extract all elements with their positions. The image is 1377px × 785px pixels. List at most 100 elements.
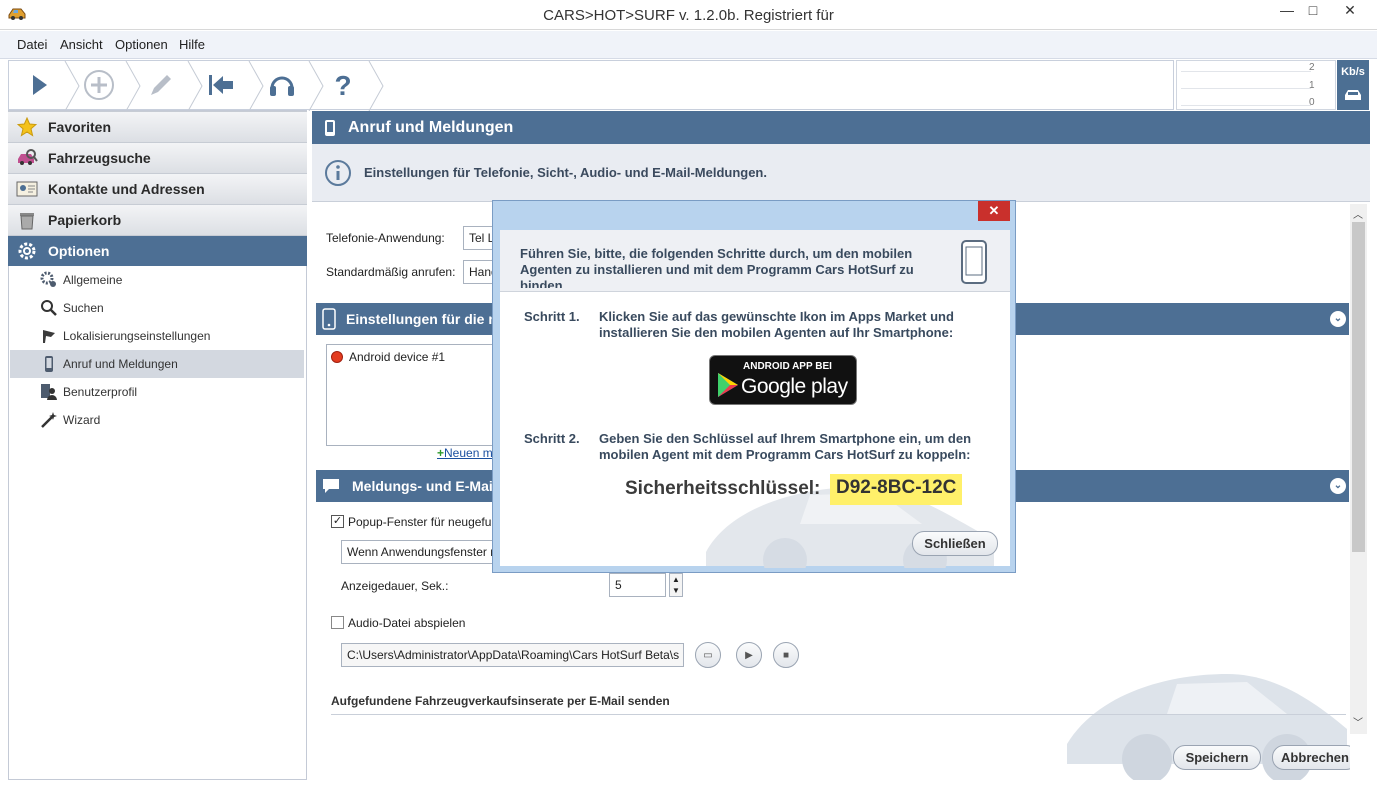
- nav-section-optionen[interactable]: Optionen: [8, 235, 307, 266]
- nav-sub-label: Suchen: [63, 301, 104, 315]
- audio-path-input[interactable]: C:\Users\Administrator\AppData\Roaming\C…: [341, 643, 684, 667]
- menu-ansicht[interactable]: Ansicht: [60, 37, 103, 52]
- audio-checkbox[interactable]: [331, 616, 344, 629]
- step1-text: Klicken Sie auf das gewünschte Ikon im A…: [599, 309, 954, 340]
- device-name: Android device #1: [349, 350, 446, 364]
- contacts-icon: [16, 178, 38, 200]
- nav-section-fahrzeugsuche[interactable]: Fahrzeugsuche: [8, 142, 307, 173]
- popup-mode-select[interactable]: Wenn Anwendungsfenster n: [341, 540, 494, 564]
- gear-icon: [16, 240, 38, 262]
- speed-unit: Kb/s: [1341, 66, 1365, 78]
- list-item[interactable]: Android device #1: [327, 345, 495, 369]
- play-icon: [29, 73, 49, 100]
- nav-sub-benutzerprofil[interactable]: Benutzerprofil: [10, 378, 304, 406]
- scroll-thumb[interactable]: [1352, 222, 1365, 552]
- meter-tick: 1: [1309, 80, 1315, 91]
- chevron-down-icon[interactable]: ⌄: [1330, 478, 1346, 494]
- meter-tick: 0: [1309, 97, 1315, 108]
- nav-sub-label: Lokalisierungseinstellungen: [63, 329, 211, 343]
- step2-label: Schritt 2.: [524, 431, 580, 446]
- add-icon: [83, 69, 115, 104]
- flag-icon: [40, 327, 58, 345]
- menu-hilfe[interactable]: Hilfe: [179, 37, 205, 52]
- dialog-header: Führen Sie, bitte, die folgenden Schritt…: [500, 230, 1010, 292]
- google-play-icon: [717, 372, 739, 401]
- dialog-close-button[interactable]: ✕: [978, 201, 1010, 221]
- page-title: Anruf und Meldungen: [348, 118, 514, 136]
- nav-sub-allgemeine[interactable]: Allgemeine: [10, 266, 304, 294]
- traffic-meter: 2 1 0: [1176, 60, 1336, 110]
- audio-label: Audio-Datei abspielen: [348, 616, 466, 630]
- wizard-icon: [40, 411, 58, 429]
- telephony-label: Telefonie-Anwendung:: [326, 231, 445, 245]
- badge-main-text: Google play: [741, 375, 848, 398]
- add-button[interactable]: [77, 65, 121, 107]
- nav-sub-anruf[interactable]: Anruf und Meldungen: [10, 350, 304, 378]
- nav-section-label: Favoriten: [48, 119, 112, 135]
- popup-checkbox[interactable]: ✓: [331, 515, 344, 528]
- duration-label: Anzeigedauer, Sek.:: [341, 579, 449, 593]
- duration-input[interactable]: 5: [609, 573, 666, 597]
- browse-audio-button[interactable]: ▭: [695, 642, 721, 668]
- help-button[interactable]: ?: [321, 65, 365, 107]
- meter-line: [1181, 71, 1311, 72]
- popup-label: Popup-Fenster für neugefu: [348, 515, 492, 529]
- nav-section-papierkorb[interactable]: Papierkorb: [8, 204, 307, 235]
- menu-bar: Datei Ansicht Optionen Hilfe: [0, 31, 1377, 59]
- close-window-button[interactable]: ✕: [1330, 0, 1370, 22]
- play-icon: ▶: [745, 649, 753, 661]
- chevron-down-icon[interactable]: ⌄: [1330, 311, 1346, 327]
- plus-icon: +: [437, 446, 445, 460]
- google-play-badge[interactable]: ANDROID APP BEI Google play: [709, 355, 857, 405]
- stop-audio-button[interactable]: ■: [773, 642, 799, 668]
- nav-sub-lokalisierung[interactable]: Lokalisierungseinstellungen: [10, 322, 304, 350]
- help-icon: ?: [334, 70, 352, 101]
- step2-text: Geben Sie den Schlüssel auf Ihrem Smartp…: [599, 431, 972, 462]
- user-profile-icon: [40, 383, 58, 401]
- trash-icon: [16, 209, 38, 231]
- info-band: Einstellungen für Telefonie, Sicht-, Aud…: [312, 144, 1370, 202]
- edit-button[interactable]: [139, 65, 183, 107]
- play-button[interactable]: [17, 65, 61, 107]
- cancel-button[interactable]: Abbrechen: [1272, 745, 1350, 770]
- phone-icon: [324, 119, 336, 137]
- add-device-link[interactable]: +Neuen m: [437, 446, 493, 460]
- security-key-label: Sicherheitsschlüssel:: [625, 478, 821, 499]
- car-search-icon: [16, 147, 38, 169]
- duration-stepper[interactable]: ▲ ▼: [669, 573, 683, 597]
- content-scrollbar[interactable]: ︿ ﹀: [1350, 204, 1367, 734]
- phone-icon: [322, 308, 336, 330]
- title-bar: CARS>HOT>SURF v. 1.2.0b. Registriert für…: [0, 0, 1377, 30]
- minimize-button[interactable]: —: [1272, 0, 1302, 22]
- nav-section-label: Papierkorb: [48, 212, 122, 228]
- dialog-close-text-button[interactable]: Schließen: [912, 531, 998, 556]
- search-icon: [40, 299, 58, 317]
- nav-section-label: Kontakte und Adressen: [48, 181, 205, 197]
- chat-icon: [322, 478, 340, 494]
- nav-sub-wizard[interactable]: Wizard: [10, 406, 304, 434]
- scroll-up-icon[interactable]: ︿: [1353, 206, 1363, 221]
- device-list[interactable]: Android device #1: [326, 344, 496, 446]
- toolbar-separator: [368, 61, 384, 111]
- divider: [331, 714, 1346, 715]
- menu-datei[interactable]: Datei: [17, 37, 47, 52]
- info-text: Einstellungen für Telefonie, Sicht-, Aud…: [364, 165, 767, 180]
- add-device-label: Neuen m: [444, 446, 493, 460]
- meter-tick: 2: [1309, 62, 1315, 73]
- default-call-label: Standardmäßig anrufen:: [326, 265, 456, 279]
- nav-section-kontakte[interactable]: Kontakte und Adressen: [8, 173, 307, 204]
- dialog-intro: Führen Sie, bitte, die folgenden Schritt…: [520, 246, 914, 288]
- speed-unit-panel: Kb/s: [1337, 60, 1369, 110]
- save-button[interactable]: Speichern: [1173, 745, 1261, 770]
- nav-section-label: Optionen: [48, 243, 110, 259]
- nav-sub-suchen[interactable]: Suchen: [10, 294, 304, 322]
- nav-section-favoriten[interactable]: Favoriten: [8, 111, 307, 142]
- scroll-down-icon[interactable]: ﹀: [1353, 714, 1363, 729]
- back-to-start-button[interactable]: [199, 65, 243, 107]
- play-audio-button[interactable]: ▶: [736, 642, 762, 668]
- maximize-button[interactable]: □: [1300, 0, 1326, 22]
- support-button[interactable]: [260, 65, 304, 107]
- smartphone-icon: [961, 240, 987, 287]
- step1-label: Schritt 1.: [524, 309, 580, 324]
- menu-optionen[interactable]: Optionen: [115, 37, 168, 52]
